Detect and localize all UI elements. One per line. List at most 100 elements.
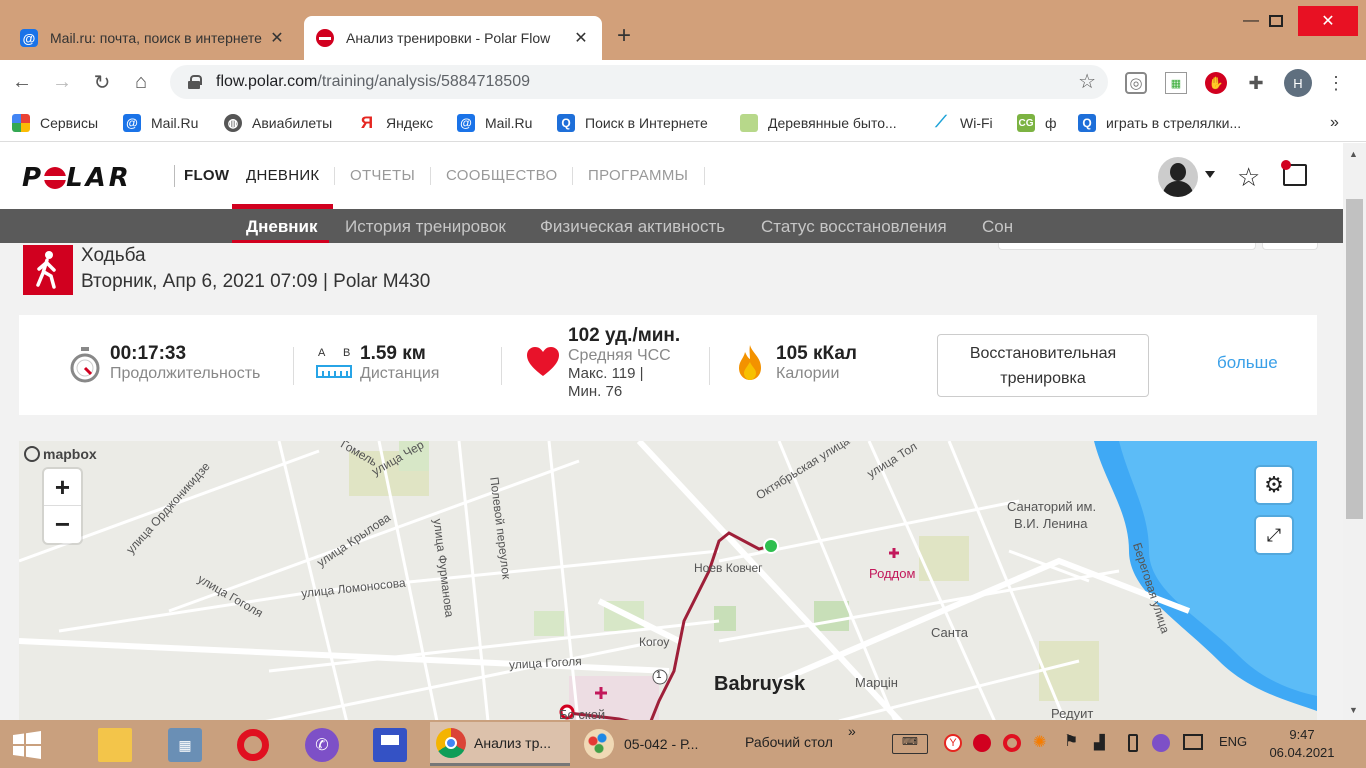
map-label: Марцін bbox=[855, 675, 898, 690]
tab-mailru[interactable]: @ Mail.ru: почта, поиск в интернете ✕ bbox=[8, 16, 298, 60]
forward-arrow-icon[interactable]: → bbox=[48, 68, 76, 96]
close-tab-icon[interactable]: ✕ bbox=[268, 28, 286, 48]
nav-reports[interactable]: ОТЧЕТЫ bbox=[350, 167, 415, 184]
nav-community[interactable]: СООБЩЕСТВО bbox=[446, 167, 557, 184]
signal-icon[interactable]: ▟ bbox=[1094, 734, 1105, 751]
subnav-sleep[interactable]: Сон bbox=[982, 217, 1013, 237]
windows-start-icon[interactable] bbox=[10, 728, 44, 762]
heart-rate-min: Мин. 76 bbox=[568, 383, 623, 400]
back-arrow-icon[interactable]: ← bbox=[8, 68, 36, 96]
map-settings-gear-icon[interactable]: ⚙ bbox=[1256, 467, 1292, 503]
distance-point-b: B bbox=[343, 347, 351, 359]
more-link[interactable]: больше bbox=[1217, 353, 1278, 373]
adblock-icon[interactable]: ✋ bbox=[1205, 72, 1227, 94]
hidden-toolbar-button[interactable] bbox=[1262, 243, 1318, 250]
sync-device-icon[interactable] bbox=[1281, 160, 1307, 186]
lock-icon bbox=[188, 75, 202, 89]
extension-grid-icon[interactable]: ▦ bbox=[1165, 72, 1187, 94]
profile-avatar[interactable]: Н bbox=[1284, 69, 1312, 97]
scroll-down-icon[interactable]: ▼ bbox=[1349, 705, 1358, 715]
maximize-icon[interactable] bbox=[1253, 6, 1299, 36]
avast-icon[interactable]: ✺ bbox=[1033, 732, 1046, 752]
subnav-activity[interactable]: Физическая активность bbox=[540, 217, 725, 237]
opera-icon[interactable] bbox=[236, 728, 270, 762]
clock-time: 9:47 bbox=[1289, 727, 1315, 742]
mailru-at-icon: @ bbox=[457, 114, 475, 132]
bookmark-yandex[interactable]: Я Яндекс bbox=[358, 112, 433, 134]
monitor-icon[interactable] bbox=[1183, 734, 1203, 750]
system-clock[interactable]: 9:47 06.04.2021 bbox=[1262, 726, 1342, 762]
fullscreen-icon[interactable]: ⤢ bbox=[1256, 517, 1292, 553]
bookmark-search-internet[interactable]: Q Поиск в Интернете bbox=[557, 112, 708, 134]
map-label: Когоу bbox=[639, 635, 670, 649]
route-map[interactable]: mapbox + − ⚙ ⤢ улица Орджоникидзе Гомель… bbox=[19, 441, 1317, 720]
save-floppy-icon[interactable] bbox=[373, 728, 407, 762]
bookmark-mailru-2[interactable]: @ Mail.Ru bbox=[457, 112, 532, 134]
bookmark-games[interactable]: Q играть в стрелялки... bbox=[1078, 112, 1241, 134]
bookmark-wifi[interactable]: ⟋ Wi-Fi bbox=[932, 112, 992, 134]
viber-tray-icon[interactable] bbox=[1152, 734, 1170, 752]
subnav-training-history[interactable]: История тренировок bbox=[345, 217, 506, 237]
user-avatar[interactable] bbox=[1158, 157, 1198, 197]
bookmark-mailru[interactable]: @ Mail.Ru bbox=[123, 112, 198, 134]
scroll-thumb[interactable] bbox=[1346, 199, 1363, 519]
address-bar[interactable]: flow.polar.com/training/analysis/5884718… bbox=[170, 65, 1108, 99]
tab-polar-flow[interactable]: Анализ тренировки - Polar Flow ✕ bbox=[304, 16, 602, 60]
subnav-recovery-status[interactable]: Статус восстановления bbox=[761, 217, 947, 237]
favorites-star-icon[interactable]: ☆ bbox=[1237, 162, 1260, 193]
zoom-out-button[interactable]: − bbox=[44, 506, 81, 543]
bookmark-aviabilety[interactable]: ◍ Авиабилеты bbox=[224, 112, 332, 134]
subnav-diary[interactable]: Дневник bbox=[246, 217, 318, 237]
zoom-in-button[interactable]: + bbox=[44, 469, 81, 506]
reload-icon[interactable]: ↻ bbox=[88, 68, 116, 96]
training-date-device: Вторник, Апр 6, 2021 07:09 | Polar M430 bbox=[81, 271, 431, 292]
opera-tray-icon[interactable] bbox=[1003, 734, 1021, 752]
benefit-line-1: Восстановительная bbox=[969, 345, 1117, 362]
extensions-puzzle-icon[interactable]: ✚ bbox=[1245, 72, 1267, 94]
new-tab-plus-icon[interactable]: + bbox=[617, 22, 631, 50]
flag-icon[interactable]: ⚑ bbox=[1064, 731, 1078, 751]
desktop-toolbar-chevron[interactable]: » bbox=[848, 723, 856, 739]
viber-icon[interactable]: ✆ bbox=[305, 728, 339, 762]
bookmark-label: Яндекс bbox=[386, 115, 434, 131]
page-scrollbar[interactable]: ▲ ▼ bbox=[1343, 143, 1366, 720]
bookmark-cg[interactable]: CG ф bbox=[1017, 112, 1057, 134]
window-close-icon[interactable]: ✕ bbox=[1298, 6, 1358, 36]
route-marker-number: 1 bbox=[656, 670, 662, 681]
extension-camera-icon[interactable]: ◎ bbox=[1125, 72, 1147, 94]
hidden-toolbar-button[interactable] bbox=[998, 243, 1256, 250]
mapbox-circle-icon bbox=[24, 446, 40, 462]
mapbox-logo[interactable]: mapbox bbox=[24, 446, 97, 462]
heart-icon bbox=[526, 347, 560, 382]
file-explorer-icon[interactable] bbox=[98, 728, 132, 762]
taskbar-task-paint[interactable]: 05-042 - Р... bbox=[578, 722, 716, 766]
nav-diary[interactable]: ДНЕВНИК bbox=[246, 167, 319, 184]
desktop-toolbar-label[interactable]: Рабочий стол bbox=[745, 734, 833, 750]
bookmark-star-icon[interactable]: ☆ bbox=[1078, 69, 1096, 94]
url-host: flow.polar.com bbox=[216, 73, 318, 90]
training-benefit-button[interactable]: Восстановительная тренировка bbox=[937, 334, 1149, 397]
bookmarks-overflow[interactable]: » bbox=[1330, 112, 1339, 134]
keyboard-icon[interactable]: ⌨ bbox=[892, 734, 928, 754]
home-icon[interactable]: ⌂ bbox=[127, 68, 155, 96]
task-label: Анализ тр... bbox=[474, 734, 552, 751]
battery-icon[interactable] bbox=[1128, 734, 1138, 752]
benefit-line-2: тренировка bbox=[1000, 370, 1086, 387]
menu-dots-icon[interactable]: ⋮ bbox=[1325, 72, 1347, 94]
chevron-down-icon[interactable] bbox=[1205, 171, 1215, 178]
bookmark-services[interactable]: Сервисы bbox=[12, 112, 98, 134]
scroll-up-icon[interactable]: ▲ bbox=[1349, 149, 1358, 159]
nav-programs[interactable]: ПРОГРАММЫ bbox=[588, 167, 688, 184]
close-tab-icon[interactable]: ✕ bbox=[572, 28, 590, 48]
calories-value: 105 кКал bbox=[776, 343, 857, 364]
taskbar-task-chrome[interactable]: Анализ тр... bbox=[430, 722, 570, 766]
polar-flowsync-icon[interactable] bbox=[973, 734, 991, 752]
language-indicator[interactable]: ENG bbox=[1219, 734, 1247, 749]
heart-rate-label: Средняя ЧСС bbox=[568, 347, 671, 364]
tab-title: Анализ тренировки - Polar Flow bbox=[346, 30, 551, 46]
bookmark-label: играть в стрелялки... bbox=[1106, 115, 1242, 131]
polar-logo[interactable]: P LAR bbox=[22, 163, 132, 193]
calculator-icon[interactable]: ▦ bbox=[168, 728, 202, 762]
bookmark-wooden-houses[interactable]: Деревянные быто... bbox=[740, 112, 897, 134]
yandex-tray-icon[interactable]: Y bbox=[944, 734, 962, 752]
